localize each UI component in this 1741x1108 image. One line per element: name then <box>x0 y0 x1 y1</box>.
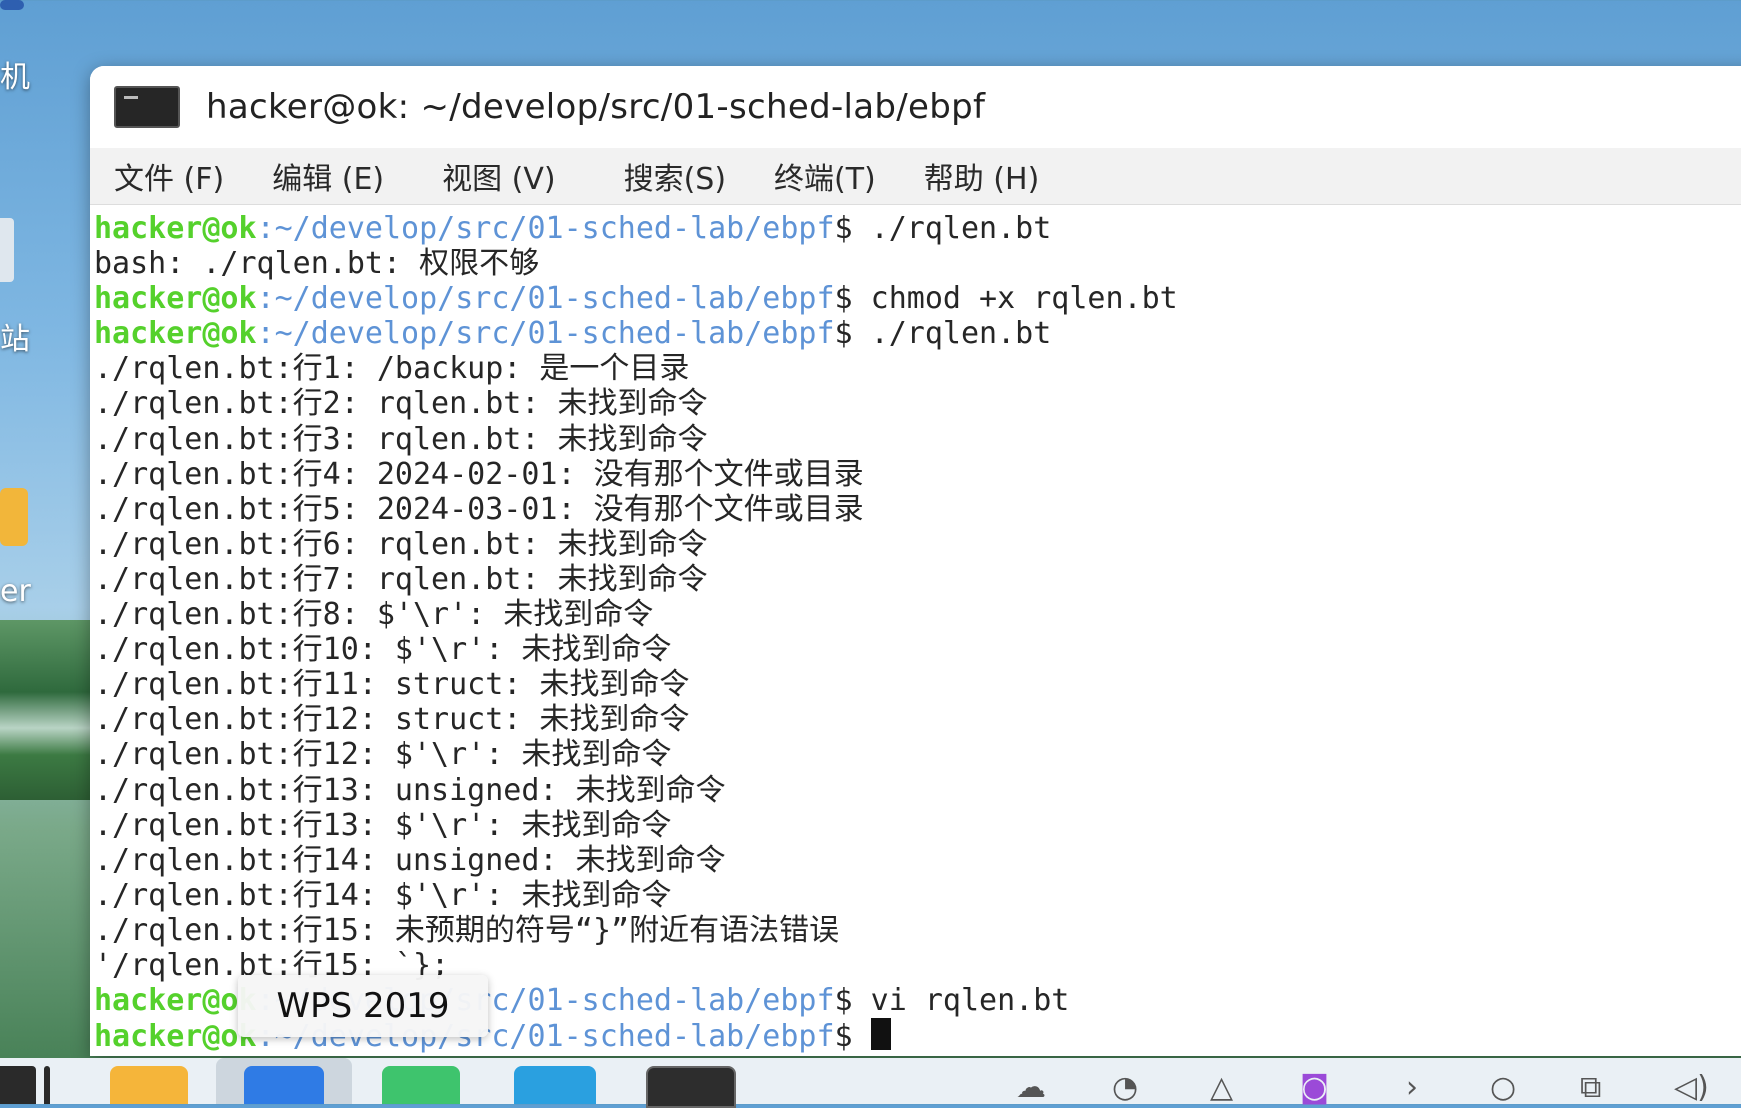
folder-desktop-icon[interactable] <box>0 488 28 546</box>
prompt-user: hacker@ok <box>94 281 257 317</box>
terminal-line: ./rqlen.bt:行11: struct: 未找到命令 <box>94 667 1741 702</box>
terminal-line: ./rqlen.bt:行13: $'\r': 未找到命令 <box>94 808 1741 843</box>
terminal-line: ./rqlen.bt:行1: /backup: 是一个目录 <box>94 351 1741 386</box>
window-title: hacker@ok: ~/develop/src/01-sched-lab/eb… <box>206 87 986 127</box>
layers-icon[interactable] <box>514 1066 596 1104</box>
terminal-output-text: ./rqlen.bt:行6: rqlen.bt: 未找到命令 <box>94 526 708 562</box>
terminal-line: ./rqlen.bt:行2: rqlen.bt: 未找到命令 <box>94 386 1741 421</box>
terminal-line: ./rqlen.bt:行6: rqlen.bt: 未找到命令 <box>94 527 1741 562</box>
clipboard-icon[interactable]: ⧉ <box>1580 1070 1601 1105</box>
terminal-output-text: ./rqlen.bt:行13: $'\r': 未找到命令 <box>94 807 672 843</box>
prompt-user: hacker@ok <box>94 211 257 246</box>
terminal-line: ./rqlen.bt:行4: 2024-02-01: 没有那个文件或目录 <box>94 457 1741 492</box>
terminal-output-text: ./rqlen.bt:行5: 2024-03-01: 没有那个文件或目录 <box>94 491 864 527</box>
prompt-symbol: $ <box>834 1019 853 1055</box>
terminal-output-text: bash: ./rqlen.bt: 权限不够 <box>94 246 540 282</box>
menu-search[interactable]: 搜索(S) <box>624 154 726 198</box>
command-text: chmod +x rqlen.bt <box>852 281 1178 317</box>
window-titlebar[interactable]: hacker@ok: ~/develop/src/01-sched-lab/eb… <box>90 66 1741 148</box>
chevron-icon[interactable]: › <box>1406 1070 1418 1105</box>
terminal-line: ./rqlen.bt:行12: $'\r': 未找到命令 <box>94 737 1741 772</box>
chat-icon[interactable] <box>382 1066 460 1104</box>
terminal-line: ./rqlen.bt:行3: rqlen.bt: 未找到命令 <box>94 422 1741 457</box>
terminal-line: ./rqlen.bt:行10: $'\r': 未找到命令 <box>94 632 1741 667</box>
terminal-output-text: ./rqlen.bt:行10: $'\r': 未找到命令 <box>94 632 672 668</box>
taskbar-tooltip: WPS 2019 <box>238 975 488 1037</box>
terminal-line: hacker@ok:~/develop/src/01-sched-lab/ebp… <box>94 316 1741 351</box>
trash-desktop-icon[interactable] <box>0 218 14 282</box>
terminal-line: hacker@ok:~/develop/src/01-sched-lab/ebp… <box>94 211 1741 246</box>
terminal-output-text: ./rqlen.bt:行1: /backup: 是一个目录 <box>94 351 690 387</box>
desktop-label-computer[interactable]: 机 <box>0 52 30 96</box>
menu-help[interactable]: 帮助 (H) <box>924 154 1040 198</box>
circle-icon[interactable]: ○ <box>1490 1070 1516 1105</box>
terminal-line: ./rqlen.bt:行12: struct: 未找到命令 <box>94 702 1741 737</box>
menubar: 文件 (F) 编辑 (E) 视图 (V) 搜索(S) 终端(T) 帮助 (H) <box>90 148 1741 205</box>
record-icon[interactable]: ◙ <box>1300 1070 1329 1105</box>
desktop-label-folder[interactable]: er <box>0 574 31 609</box>
menu-view[interactable]: 视图 (V) <box>442 154 555 198</box>
taskbar: ☁ ◔ △ ◙ › ○ ⧉ ◁) <box>0 1058 1741 1108</box>
terminal-output-text: ./rqlen.bt:行13: unsigned: 未找到命令 <box>94 772 726 808</box>
terminal-output-text: ./rqlen.bt:行12: $'\r': 未找到命令 <box>94 737 672 773</box>
terminal-line: ./rqlen.bt:行13: unsigned: 未找到命令 <box>94 773 1741 808</box>
command-text <box>853 1019 871 1054</box>
terminal-output-text: ./rqlen.bt:行4: 2024-02-01: 没有那个文件或目录 <box>94 456 864 492</box>
menu-file[interactable]: 文件 (F) <box>114 154 224 198</box>
wps-icon[interactable] <box>244 1066 324 1104</box>
prompt-symbol: $ <box>834 983 853 1019</box>
prompt-symbol: $ <box>834 281 853 317</box>
terminal-line: ./rqlen.bt:行15: 未预期的符号“}”附近有语法错误 <box>94 913 1741 948</box>
volume-icon[interactable]: ◁) <box>1674 1070 1709 1105</box>
taskbar-divider <box>44 1066 50 1104</box>
desktop-wallpaper-strip <box>0 620 100 800</box>
headset-icon[interactable]: ◔ <box>1112 1070 1138 1105</box>
prompt-path: :~/develop/src/01-sched-lab/ebpf <box>256 211 835 246</box>
terminal-line: ./rqlen.bt:行14: $'\r': 未找到命令 <box>94 878 1741 913</box>
terminal-line: ./rqlen.bt:行14: unsigned: 未找到命令 <box>94 843 1741 878</box>
terminal-line: hacker@ok:~/develop/src/01-sched-lab/ebp… <box>94 281 1741 316</box>
command-text: ./rqlen.bt <box>852 316 1052 352</box>
terminal-icon[interactable] <box>646 1066 736 1108</box>
start-menu-icon[interactable] <box>0 1066 36 1104</box>
terminal-output-text: ./rqlen.bt:行14: unsigned: 未找到命令 <box>94 842 726 878</box>
menu-edit[interactable]: 编辑 (E) <box>272 154 384 198</box>
prompt-user: hacker@ok <box>94 316 257 352</box>
app-store-icon[interactable] <box>110 1066 188 1104</box>
network-icon[interactable]: △ <box>1210 1070 1233 1105</box>
menu-terminal[interactable]: 终端(T) <box>774 154 876 198</box>
terminal-output-text: ./rqlen.bt:行12: struct: 未找到命令 <box>94 702 690 738</box>
prompt-symbol: $ <box>834 211 853 246</box>
prompt-path: :~/develop/src/01-sched-lab/ebpf <box>256 316 835 352</box>
computer-desktop-icon[interactable] <box>0 0 24 10</box>
terminal-output-text: ./rqlen.bt:行2: rqlen.bt: 未找到命令 <box>94 386 708 422</box>
prompt-user: hacker@ok <box>94 1019 257 1055</box>
terminal-output-text: ./rqlen.bt:行14: $'\r': 未找到命令 <box>94 877 672 913</box>
prompt-symbol: $ <box>834 316 853 352</box>
terminal-line: ./rqlen.bt:行8: $'\r': 未找到命令 <box>94 597 1741 632</box>
command-text: ./rqlen.bt <box>852 211 1052 246</box>
terminal-output-text: ./rqlen.bt:行15: 未预期的符号“}”附近有语法错误 <box>94 912 840 948</box>
prompt-user: hacker@ok <box>94 983 257 1019</box>
terminal-line: ./rqlen.bt:行7: rqlen.bt: 未找到命令 <box>94 562 1741 597</box>
cloud-icon[interactable]: ☁ <box>1016 1070 1046 1105</box>
text-cursor <box>870 1018 891 1051</box>
prompt-path: :~/develop/src/01-sched-lab/ebpf <box>256 281 835 317</box>
desktop-label-trash[interactable]: 站 <box>0 314 30 358</box>
terminal-app-icon <box>114 86 180 128</box>
terminal-output-text: ./rqlen.bt:行7: rqlen.bt: 未找到命令 <box>94 561 708 597</box>
terminal-output-text: ./rqlen.bt:行8: $'\r': 未找到命令 <box>94 597 654 633</box>
terminal-line: bash: ./rqlen.bt: 权限不够 <box>94 246 1741 281</box>
terminal-output-text: ./rqlen.bt:行11: struct: 未找到命令 <box>94 667 690 703</box>
command-text: vi rqlen.bt <box>852 983 1070 1019</box>
terminal-output-text: ./rqlen.bt:行3: rqlen.bt: 未找到命令 <box>94 421 708 457</box>
terminal-window: hacker@ok: ~/develop/src/01-sched-lab/eb… <box>90 66 1741 1056</box>
terminal-line: ./rqlen.bt:行5: 2024-03-01: 没有那个文件或目录 <box>94 492 1741 527</box>
terminal-output[interactable]: hacker@ok:~/develop/src/01-sched-lab/ebp… <box>90 205 1741 1055</box>
